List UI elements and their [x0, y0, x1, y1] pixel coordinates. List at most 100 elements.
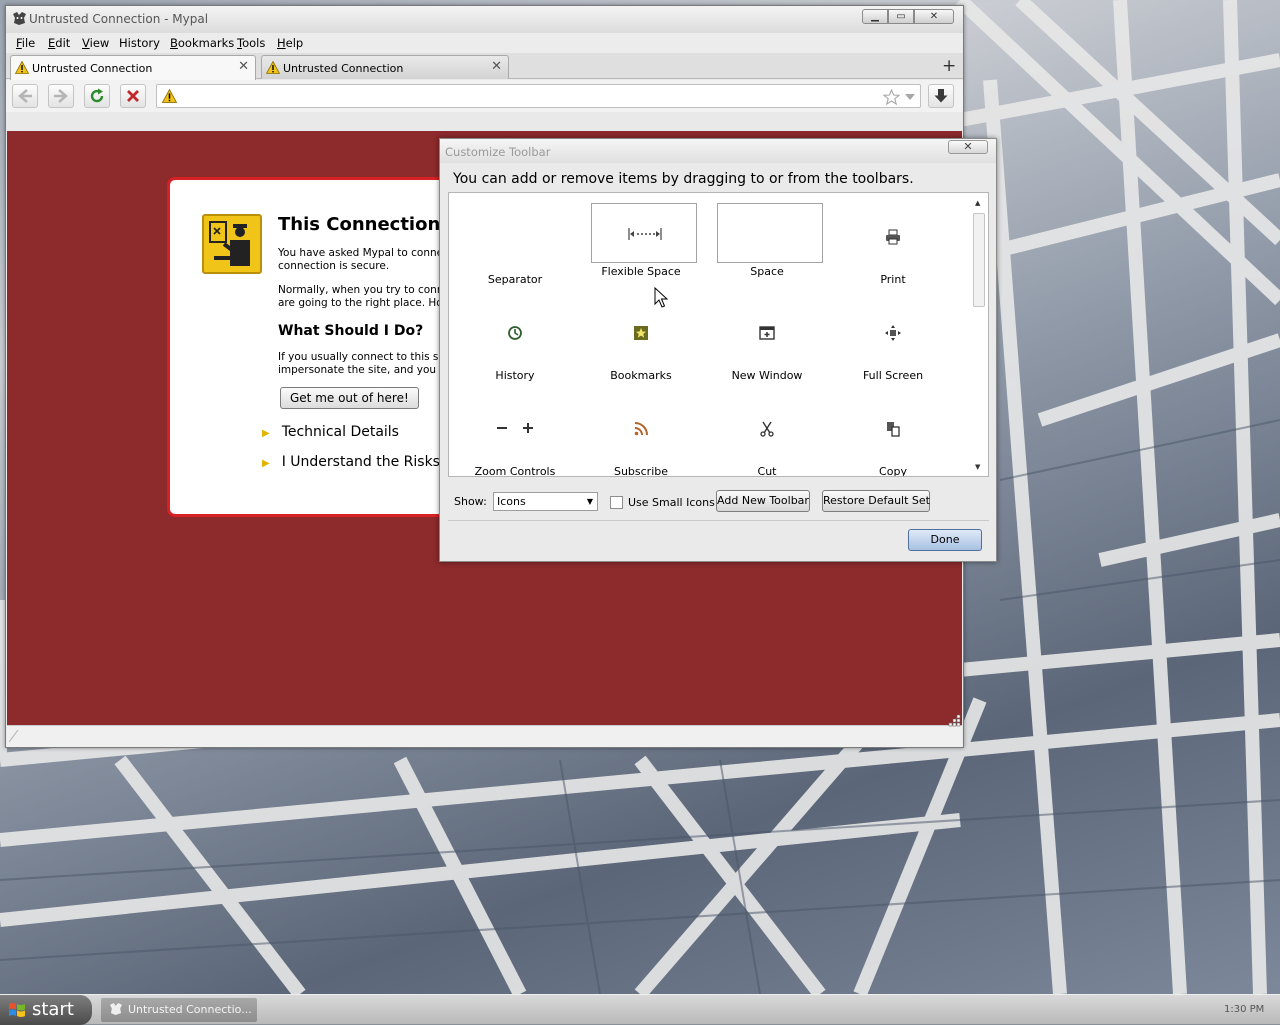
error-text-line: connection is secure. — [278, 260, 390, 272]
stop-icon — [127, 90, 139, 102]
space-icon — [717, 203, 823, 263]
scroll-up-arrow-icon[interactable]: ▲ — [975, 199, 980, 207]
use-small-icons-label[interactable]: Use Small Icons — [628, 496, 715, 509]
reload-icon — [90, 88, 104, 103]
chevron-down-icon[interactable] — [905, 94, 915, 100]
palette-item-history[interactable]: History — [453, 297, 577, 387]
back-button[interactable] — [12, 84, 38, 108]
palette-item-zoom-controls[interactable]: Zoom Controls — [453, 393, 577, 476]
menu-help[interactable]: Help — [277, 36, 303, 50]
palette-item-print[interactable]: Print — [831, 201, 955, 291]
close-button[interactable]: ✕ — [914, 9, 954, 24]
palette-item-subscribe[interactable]: Subscribe — [579, 393, 703, 477]
bookmark-star-icon[interactable] — [883, 89, 900, 105]
reload-button[interactable] — [84, 84, 110, 108]
palette-item-copy[interactable]: Copy — [831, 393, 955, 476]
palette-item-label: Subscribe — [613, 465, 669, 477]
tab-close-icon[interactable]: ✕ — [491, 59, 502, 74]
palette-item-separator[interactable]: Separator — [453, 201, 577, 291]
tab-untrusted-connection-1[interactable]: Untrusted Connection ✕ — [10, 55, 256, 80]
subscribe-icon — [634, 422, 648, 436]
tab-label: Untrusted Connection — [283, 62, 404, 75]
start-label: start — [32, 999, 74, 1020]
palette-item-full-screen[interactable]: Full Screen — [831, 297, 955, 387]
palette-item-label: Print — [880, 273, 906, 286]
scroll-down-arrow-icon[interactable]: ▼ — [975, 463, 980, 471]
palette-item-space[interactable]: Space — [705, 193, 829, 283]
stop-button[interactable] — [120, 84, 146, 108]
zoom-controls-icon — [497, 423, 533, 433]
error-text-line: are going to the right place. Howe — [278, 297, 457, 309]
menu-help-accel: H — [277, 36, 286, 50]
certificate-officer-icon — [202, 214, 262, 274]
print-icon — [886, 229, 900, 245]
taskbar-item-browser[interactable]: Untrusted Connectio... — [101, 998, 257, 1022]
dialog-close-button[interactable]: ✕ — [948, 140, 988, 154]
title-bar[interactable]: Untrusted Connection - Mypal ▁ ▭ ✕ — [6, 6, 963, 33]
menu-bookmarks-label: ookmarks — [177, 36, 235, 50]
use-small-icons-checkbox[interactable] — [610, 496, 623, 509]
palette-item-label: History — [495, 369, 535, 382]
menu-edit[interactable]: Edit — [48, 36, 70, 50]
warning-icon — [266, 61, 280, 74]
new-window-icon — [759, 326, 775, 340]
menu-view[interactable]: View — [82, 36, 109, 50]
palette-scrollbar[interactable]: ▲ ▼ — [972, 197, 986, 473]
understand-risks-expander[interactable]: ▶ I Understand the Risks — [262, 454, 440, 470]
menu-view-label: iew — [89, 36, 110, 50]
minimize-button[interactable]: ▁ — [862, 9, 888, 24]
tab-close-icon[interactable]: ✕ — [238, 59, 249, 74]
new-tab-button[interactable]: + — [942, 56, 956, 76]
tab-untrusted-connection-2[interactable]: Untrusted Connection ✕ — [261, 55, 509, 79]
tab-strip: Untrusted Connection ✕ Untrusted Connect… — [6, 53, 963, 80]
get-me-out-button[interactable]: Get me out of here! — [280, 387, 419, 409]
technical-details-label: Technical Details — [281, 424, 399, 440]
menu-bookmarks[interactable]: Bookmarks — [170, 36, 234, 50]
menu-view-accel: V — [82, 36, 90, 50]
technical-details-expander[interactable]: ▶ Technical Details — [262, 424, 399, 440]
dialog-title-bar[interactable]: Customize Toolbar ✕ — [440, 139, 996, 163]
expand-arrow-icon: ▶ — [262, 428, 270, 439]
palette-item-label: Bookmarks — [610, 369, 672, 382]
add-new-toolbar-button[interactable]: Add New Toolbar — [716, 490, 810, 512]
url-bar[interactable] — [156, 84, 921, 108]
forward-button[interactable] — [48, 84, 74, 108]
error-text-line: You have asked Mypal to connect — [278, 247, 453, 259]
flexible-space-icon — [591, 203, 697, 263]
system-clock: 1:30 PM — [1224, 1004, 1265, 1015]
menu-history[interactable]: History — [119, 36, 160, 50]
mouse-cursor-icon — [654, 287, 668, 308]
navigation-toolbar — [6, 80, 963, 112]
error-box: This Connection is You have asked Mypal … — [167, 177, 457, 517]
show-mode-select[interactable]: Icons ▼ — [493, 492, 598, 511]
menu-file[interactable]: File — [16, 36, 35, 50]
menu-tools[interactable]: Tools — [237, 36, 265, 50]
palette-item-label: New Window — [731, 369, 803, 382]
understand-risks-label: I Understand the Risks — [281, 454, 440, 470]
mypal-app-icon — [13, 12, 26, 25]
chevron-down-icon: ▼ — [586, 497, 593, 506]
downloads-button[interactable] — [928, 84, 954, 108]
error-text-line: impersonate the site, and you sho — [278, 364, 457, 376]
error-text-line: Normally, when you try to connec — [278, 284, 456, 296]
palette-item-bookmarks[interactable]: Bookmarks — [579, 297, 703, 387]
palette-item-new-window[interactable]: New Window — [705, 297, 829, 387]
back-icon — [18, 89, 32, 103]
history-icon — [508, 326, 522, 340]
downloads-icon — [934, 89, 948, 103]
maximize-button[interactable]: ▭ — [888, 9, 914, 24]
show-mode-value: Icons — [497, 495, 526, 508]
menu-bookmarks-accel: B — [170, 36, 178, 50]
resize-grip-icon[interactable] — [947, 713, 961, 727]
windows-logo-icon — [9, 1003, 25, 1017]
start-button[interactable]: start — [0, 995, 92, 1025]
status-grip-icon — [9, 730, 19, 742]
done-button[interactable]: Done — [908, 529, 982, 551]
palette-item-flexible-space[interactable]: Flexible Space — [579, 193, 703, 283]
menu-help-label: elp — [285, 36, 304, 50]
restore-default-set-button[interactable]: Restore Default Set — [822, 490, 930, 512]
full-screen-icon — [885, 325, 901, 341]
scrollbar-thumb[interactable] — [973, 213, 985, 307]
error-title: This Connection is — [278, 214, 457, 235]
palette-item-cut[interactable]: Cut — [705, 393, 829, 476]
